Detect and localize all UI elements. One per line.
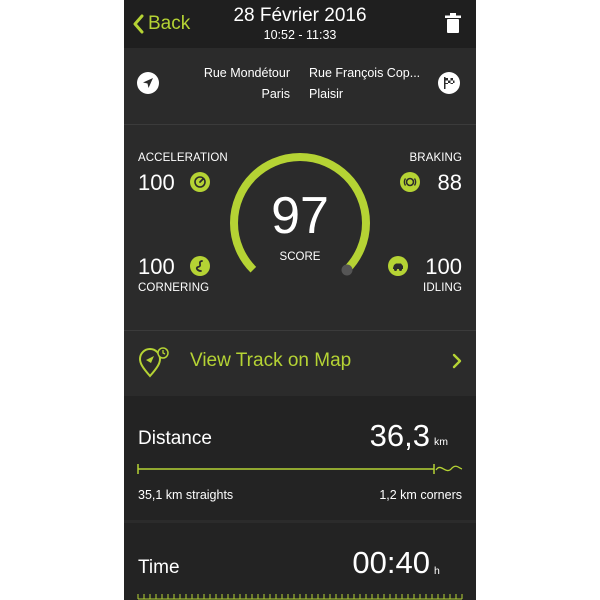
braking-icon xyxy=(400,172,420,192)
acceleration-icon xyxy=(190,172,210,192)
cornering-icon xyxy=(190,256,210,276)
braking-value: 88 xyxy=(437,170,462,195)
distance-bar xyxy=(137,464,463,474)
route-start-city: Paris xyxy=(261,87,290,101)
app-screen: Back 28 Février 2016 10:52 - 11:33 Rue M… xyxy=(124,0,476,600)
map-label: View Track on Map xyxy=(190,350,352,371)
time-value: 00:40 xyxy=(352,545,430,580)
finish-flag-icon xyxy=(438,72,460,94)
header-bar: Back 28 Février 2016 10:52 - 11:33 xyxy=(124,0,476,48)
corners-wave-icon xyxy=(435,465,463,472)
idling-value: 100 xyxy=(425,254,462,279)
score-label: SCORE xyxy=(279,251,321,263)
idling-icon xyxy=(388,256,408,276)
distance-title: Distance xyxy=(138,428,212,449)
route-end-street: Rue François Cop... xyxy=(309,66,421,80)
distance-value: 36,3 xyxy=(369,418,430,453)
score-value: 97 xyxy=(271,187,329,245)
distance-corners: 1,2 km corners xyxy=(379,488,462,502)
trip-time-range: 10:52 - 11:33 xyxy=(263,28,337,42)
distance-straights: 35,1 km straights xyxy=(138,488,234,502)
view-track-on-map-button[interactable]: View Track on Map xyxy=(124,331,476,393)
acceleration-label: ACCELERATION xyxy=(138,152,228,164)
time-title: Time xyxy=(138,557,180,578)
time-unit: h xyxy=(434,565,440,577)
acceleration-value: 100 xyxy=(138,170,175,195)
braking-label: BRAKING xyxy=(409,152,462,164)
chevron-right-icon xyxy=(452,353,462,369)
cornering-label: CORNERING xyxy=(138,282,210,294)
route-start-street: Rue Mondétour xyxy=(203,66,290,80)
trip-date: 28 Février 2016 xyxy=(233,5,367,26)
map-pin-icon xyxy=(138,347,169,378)
trash-icon[interactable] xyxy=(444,12,462,34)
divider xyxy=(124,124,476,125)
cornering-value: 100 xyxy=(138,254,175,279)
route-end-city: Plaisir xyxy=(309,87,344,101)
time-section: Time 00:40 h xyxy=(124,523,476,600)
gauge-end-knob xyxy=(341,264,353,276)
distance-section: Distance 36,3 km 35,1 km straights 1,2 k… xyxy=(124,396,476,520)
time-ticks xyxy=(137,594,463,600)
distance-unit: km xyxy=(434,436,448,448)
idling-label: IDLING xyxy=(423,282,462,294)
